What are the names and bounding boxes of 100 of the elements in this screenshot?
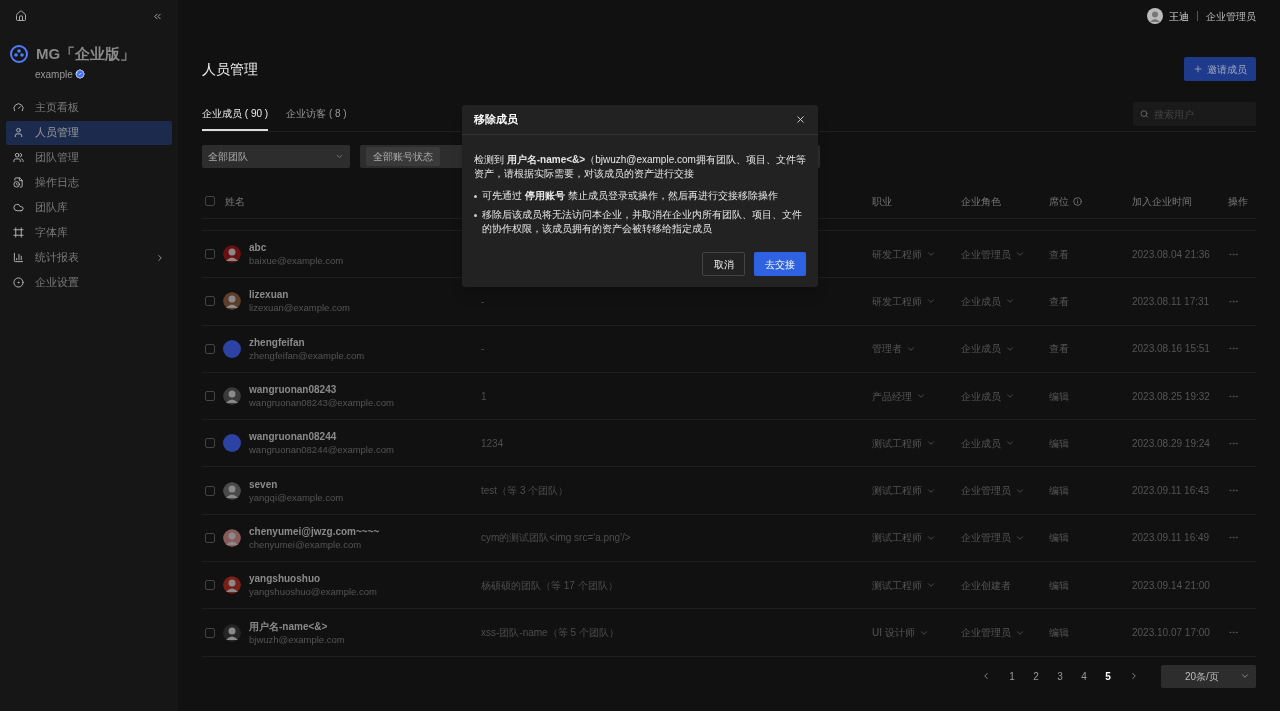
column-header: 加入企业时间 bbox=[1132, 194, 1193, 209]
nav-icon bbox=[13, 177, 24, 188]
row-checkbox[interactable] bbox=[205, 296, 215, 307]
nav-icon bbox=[13, 202, 24, 213]
member-email: lizexuan@example.com bbox=[249, 301, 350, 315]
page-title: 人员管理 bbox=[202, 59, 258, 79]
member-name: wangruonan08244 bbox=[249, 430, 338, 444]
page-button[interactable]: 3 bbox=[1051, 668, 1069, 684]
row-checkbox[interactable] bbox=[205, 627, 215, 638]
job-label[interactable]: 研发工程师 bbox=[872, 293, 922, 309]
row-checkbox[interactable] bbox=[205, 532, 215, 543]
seat-cell-text: 查看 bbox=[1049, 294, 1070, 309]
job-label[interactable]: 研发工程师 bbox=[872, 246, 922, 262]
page-button[interactable]: 4 bbox=[1075, 668, 1093, 684]
role-label[interactable]: 企业管理员 bbox=[961, 483, 1011, 499]
chevron-down-icon bbox=[335, 152, 344, 161]
column-header: 姓名 bbox=[225, 194, 245, 209]
member-name: chenyumei@jwzg.com~~~~ bbox=[249, 524, 380, 538]
member-name: 用户名-name<&> bbox=[249, 619, 329, 633]
bullet-icon bbox=[474, 195, 477, 198]
cancel-button[interactable]: 取消 bbox=[702, 252, 745, 276]
job-label[interactable]: UI 设计师 bbox=[872, 625, 915, 640]
team-cell: 1234 bbox=[481, 437, 504, 449]
role-label[interactable]: 企业管理员 bbox=[961, 530, 1011, 546]
nav-icon bbox=[13, 252, 24, 263]
previous-page-icon[interactable] bbox=[981, 671, 991, 682]
nav-item[interactable]: 企业设置 bbox=[6, 270, 172, 295]
invite-button[interactable]: 邀请成员 bbox=[1184, 57, 1256, 81]
member-email: zhengfeifan@example.com bbox=[249, 348, 365, 362]
column-header: 席位 bbox=[1049, 194, 1069, 209]
column-header: 职业 bbox=[872, 194, 893, 209]
select-all-checkbox[interactable] bbox=[205, 196, 215, 206]
tab[interactable]: 企业访客 ( 8 ) bbox=[286, 106, 347, 131]
member-email: baixue@example.com bbox=[249, 254, 344, 268]
status-chip[interactable]: 全部账号状态 bbox=[366, 147, 440, 166]
nav-item[interactable]: 操作日志 bbox=[6, 170, 172, 195]
joined-time: 2023.08.29 19:24 bbox=[1132, 436, 1211, 451]
nav-item[interactable]: 团队管理 bbox=[6, 145, 172, 170]
member-email: chenyumei@example.com bbox=[249, 537, 363, 551]
joined-time: 2023.08.25 19:32 bbox=[1132, 389, 1211, 404]
member-email: yangqi@example.com bbox=[249, 490, 344, 504]
joined-time: 2023.09.11 16:49 bbox=[1132, 531, 1211, 546]
user-role: 企业管理员 bbox=[1206, 9, 1256, 24]
member-name: yangshuoshuo bbox=[249, 572, 322, 586]
search-icon bbox=[1140, 109, 1149, 119]
page-size-select[interactable]: 20条/页 bbox=[1161, 664, 1256, 688]
member-name: seven bbox=[249, 477, 279, 491]
nav-item[interactable]: 人员管理 bbox=[6, 120, 172, 145]
member-email: wangruonan08244@example.com bbox=[249, 443, 394, 457]
dialog-title: 移除成员 bbox=[474, 112, 518, 128]
page-button[interactable]: 5 bbox=[1099, 668, 1117, 684]
close-icon[interactable] bbox=[795, 114, 806, 125]
joined-time: 2023.08.04 21:36 bbox=[1132, 247, 1211, 262]
member-name: zhengfeifan bbox=[249, 335, 306, 349]
team-cell: - bbox=[481, 295, 485, 307]
nav-icon bbox=[13, 152, 24, 163]
role-label[interactable]: 企业管理员 bbox=[961, 625, 1011, 640]
member-name: wangruonan08243 bbox=[249, 383, 338, 397]
dialog-note: 可先通过 停用账号 禁止成员登录或操作，然后再进行交接移除操作 bbox=[482, 189, 778, 203]
nav-icon bbox=[13, 102, 24, 113]
team-cell: - bbox=[481, 343, 485, 355]
team-select[interactable]: 全部团队 bbox=[202, 145, 350, 168]
member-email: wangruonan08243@example.com bbox=[249, 396, 394, 410]
seat-cell-text: 查看 bbox=[1049, 247, 1070, 262]
row-checkbox[interactable] bbox=[205, 343, 215, 354]
member-email: bjwuzh@example.com bbox=[249, 632, 345, 646]
logo-icon bbox=[10, 45, 28, 64]
joined-time: 2023.08.16 15:51 bbox=[1132, 342, 1211, 357]
member-email: yangshuoshuo@example.com bbox=[249, 585, 377, 599]
page-button[interactable]: 2 bbox=[1027, 668, 1045, 684]
bullet-icon bbox=[474, 214, 477, 217]
row-checkbox[interactable] bbox=[205, 249, 215, 260]
row-checkbox[interactable] bbox=[205, 438, 215, 449]
role-label[interactable]: 企业管理员 bbox=[961, 246, 1011, 262]
plus-icon bbox=[1193, 64, 1203, 74]
row-checkbox[interactable] bbox=[205, 485, 215, 496]
nav-icon bbox=[13, 277, 24, 288]
row-checkbox[interactable] bbox=[205, 580, 215, 591]
nav-item[interactable]: 统计报表 bbox=[6, 245, 172, 270]
nav-item[interactable]: 主页看板 bbox=[6, 95, 172, 120]
row-checkbox[interactable] bbox=[205, 391, 215, 402]
nav-item[interactable]: 团队库 bbox=[6, 195, 172, 220]
nav-item[interactable]: 字体库 bbox=[6, 220, 172, 245]
joined-time: 2023.09.11 16:43 bbox=[1132, 484, 1211, 499]
nav-icon bbox=[13, 227, 24, 238]
tab[interactable]: 企业成员 ( 90 ) bbox=[202, 106, 269, 131]
brand-name: MG「企业版」 bbox=[36, 44, 136, 64]
job-label[interactable]: 管理者 bbox=[872, 341, 902, 357]
nav-icon bbox=[13, 127, 24, 138]
next-page-icon[interactable] bbox=[1129, 671, 1139, 682]
home-icon[interactable] bbox=[15, 10, 27, 22]
page-button[interactable]: 1 bbox=[1003, 668, 1021, 684]
dialog-note: 移除后该成员将无法访问本企业，并取消在企业内所有团队、项目、文件的协作权限，该成员拥有的资产会被转移给指定成员 bbox=[482, 208, 803, 236]
handover-button[interactable]: 去交接 bbox=[754, 252, 806, 276]
dialog-message: 检测到 用户名-name<&>（bjwuzh@example.com拥有团队、项目、文件等资产，请根据实际需要，对该成员的资产进行交接 bbox=[474, 153, 806, 181]
column-header: 操作 bbox=[1228, 194, 1249, 209]
member-name: lizexuan bbox=[249, 288, 290, 302]
user-avatar[interactable] bbox=[1147, 8, 1163, 24]
column-header: 企业角色 bbox=[961, 194, 1002, 209]
info-icon[interactable] bbox=[1073, 196, 1082, 206]
